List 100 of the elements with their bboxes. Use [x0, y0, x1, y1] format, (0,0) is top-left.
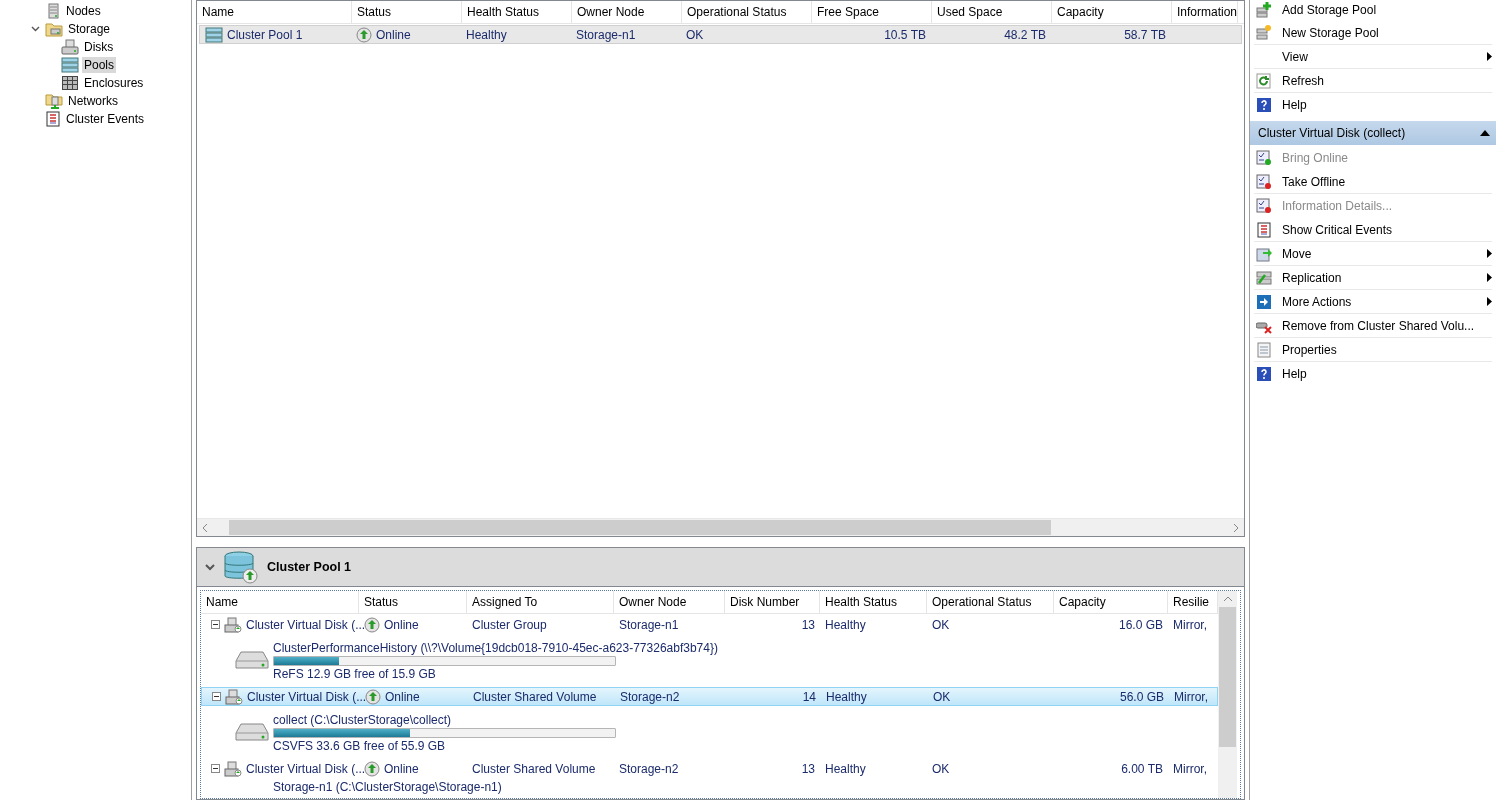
tree-item[interactable]: Storage: [66, 21, 113, 37]
tree-node-icon: [45, 3, 61, 19]
table-cell: 14: [802, 689, 816, 704]
table-cell: Mirror,: [1173, 761, 1207, 776]
action-item[interactable]: Refresh: [1254, 69, 1492, 93]
table-cell: OK: [932, 761, 950, 776]
virtual-disk-icon: [225, 688, 243, 705]
action-item[interactable]: Remove from Cluster Shared Volu...: [1254, 314, 1492, 338]
action-item[interactable]: More Actions: [1254, 290, 1492, 314]
table-cell: 58.7 TB: [1124, 27, 1166, 42]
volume-usage: ReFS 12.9 GB free of 15.9 GB: [273, 667, 437, 681]
tree-node-icon: [61, 75, 79, 91]
submenu-arrow-icon: [1487, 297, 1492, 306]
tree-item[interactable]: Pools: [82, 57, 117, 73]
bring-online-icon: [1256, 149, 1272, 166]
new-pool-icon: [1256, 24, 1272, 41]
table-cell: Healthy: [825, 761, 866, 776]
column-header[interactable]: Owner Node: [614, 591, 725, 613]
table-cell: 56.0 GB: [1119, 689, 1164, 704]
submenu-arrow-icon: [1487, 52, 1492, 61]
tree-node-icon: [61, 57, 79, 73]
table-cell: OK: [932, 617, 950, 632]
column-header[interactable]: Used Space: [932, 1, 1052, 23]
properties-icon: [1256, 341, 1272, 358]
column-header[interactable]: Name: [201, 591, 359, 613]
column-header[interactable]: Name: [197, 1, 352, 23]
table-cell: Cluster Group: [472, 617, 547, 632]
column-header[interactable]: Operational Status: [682, 1, 812, 23]
table-cell: 16.0 GB: [1118, 617, 1163, 632]
table-cell: Cluster Virtual Disk (...: [246, 761, 366, 776]
table-row[interactable]: Cluster Virtual Disk (... Online Cluster Shared Volume Storage-n2 13 Healthy OK 6.00 TB Mirror,: [201, 759, 1218, 778]
tree-node-icon: [45, 111, 61, 127]
column-header[interactable]: Owner Node: [572, 1, 682, 23]
add-pool-icon: [1256, 2, 1272, 18]
table-row[interactable]: Cluster Pool 1 Online Healthy Storage-n1 OK 10.5 TB 48.2 TB 58.7 TB: [199, 25, 1242, 44]
collapse-chevron-icon[interactable]: [30, 26, 40, 32]
table-cell: OK: [686, 27, 704, 42]
column-header[interactable]: Status: [359, 591, 467, 613]
table-cell: Storage-n2: [620, 689, 680, 704]
column-header[interactable]: Health Status: [462, 1, 572, 23]
vertical-scrollbar[interactable]: [1218, 591, 1237, 798]
action-item[interactable]: View: [1254, 45, 1492, 69]
tree-item[interactable]: Enclosures: [82, 75, 146, 91]
table-row[interactable]: Cluster Virtual Disk (... Online Cluster Shared Volume Storage-n2 14 Healthy OK 56.0 GB Mirror,: [201, 687, 1218, 706]
action-item[interactable]: Move: [1254, 242, 1492, 266]
online-status-icon: [365, 688, 381, 705]
table-cell: Cluster Pool 1: [227, 27, 303, 42]
column-header[interactable]: Health Status: [820, 591, 927, 613]
action-item[interactable]: Add Storage Pool: [1254, 0, 1492, 21]
table-cell: Healthy: [826, 689, 867, 704]
collapse-triangle-icon[interactable]: [1480, 130, 1490, 136]
tree-node-icon: [45, 21, 63, 37]
collapse-box-icon[interactable]: [211, 620, 220, 629]
help-icon: [1256, 365, 1272, 382]
table-cell: Cluster Shared Volume: [472, 761, 596, 776]
tree-item[interactable]: Disks: [82, 39, 116, 55]
section-header[interactable]: Cluster Virtual Disk (collect): [1250, 121, 1496, 145]
online-status-icon: [356, 26, 372, 43]
table-cell: 13: [801, 617, 815, 632]
column-header[interactable]: Information: [1172, 1, 1238, 23]
table-cell: Storage-n2: [619, 761, 679, 776]
column-header[interactable]: Free Space: [812, 1, 932, 23]
tree-item[interactable]: Cluster Events: [64, 111, 147, 127]
pool-icon: [205, 26, 223, 43]
drive-icon: [235, 650, 269, 670]
online-status-icon: [364, 616, 380, 633]
table-cell: Cluster Shared Volume: [473, 689, 597, 704]
column-header[interactable]: Capacity: [1054, 591, 1168, 613]
action-item[interactable]: Help: [1254, 93, 1492, 117]
column-header[interactable]: Disk Number: [725, 591, 820, 613]
column-header[interactable]: Operational Status: [927, 591, 1054, 613]
table-cell: Healthy: [825, 617, 866, 632]
table-cell: Online: [384, 617, 419, 632]
virtual-disk-icon: [224, 616, 242, 633]
action-item[interactable]: Take Offline: [1254, 170, 1492, 194]
table-row[interactable]: Cluster Virtual Disk (... Online Cluster Group Storage-n1 13 Healthy OK 16.0 GB Mirror,: [201, 615, 1218, 634]
volume-name: Storage-n1 (C:\ClusterStorage\Storage-n1): [273, 780, 502, 794]
action-item[interactable]: Help: [1254, 362, 1492, 386]
action-item[interactable]: New Storage Pool: [1254, 21, 1492, 45]
table-cell: Online: [385, 689, 420, 704]
collapse-chevron-icon[interactable]: [205, 563, 215, 571]
refresh-icon: [1256, 72, 1272, 89]
action-item[interactable]: Properties: [1254, 338, 1492, 362]
drive-icon: [235, 722, 269, 742]
table-cell: Mirror,: [1173, 617, 1207, 632]
action-item[interactable]: Show Critical Events: [1254, 218, 1492, 242]
tree-item[interactable]: Nodes: [64, 3, 103, 19]
action-item[interactable]: Replication: [1254, 266, 1492, 290]
table-cell: Cluster Virtual Disk (...: [246, 617, 366, 632]
column-header[interactable]: Assigned To: [467, 591, 614, 613]
horizontal-scrollbar[interactable]: [197, 518, 1244, 536]
collapse-box-icon[interactable]: [212, 692, 221, 701]
column-header[interactable]: Capacity: [1052, 1, 1172, 23]
table-cell: 13: [801, 761, 815, 776]
table-cell: Mirror,: [1174, 689, 1208, 704]
collapse-box-icon[interactable]: [211, 764, 220, 773]
table-cell: 48.2 TB: [1004, 27, 1046, 42]
column-header[interactable]: Status: [352, 1, 462, 23]
tree-item[interactable]: Networks: [66, 93, 120, 109]
volume-name: collect (C:\ClusterStorage\collect): [273, 713, 453, 727]
